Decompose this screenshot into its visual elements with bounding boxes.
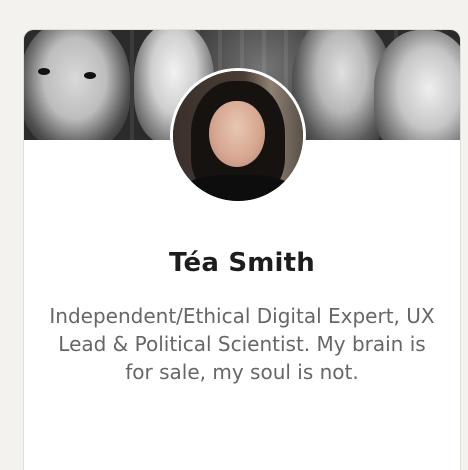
avatar-photo (173, 71, 303, 201)
profile-card: Téa Smith Independent/Ethical Digital Ex… (24, 30, 460, 470)
banner-face-4 (374, 30, 460, 140)
profile-name: Téa Smith (169, 248, 315, 278)
banner-face-1 (24, 30, 130, 140)
banner-eye (38, 68, 50, 75)
profile-bio: Independent/Ethical Digital Expert, UX L… (49, 304, 435, 384)
avatar[interactable] (170, 68, 306, 204)
banner-eye (84, 72, 96, 79)
